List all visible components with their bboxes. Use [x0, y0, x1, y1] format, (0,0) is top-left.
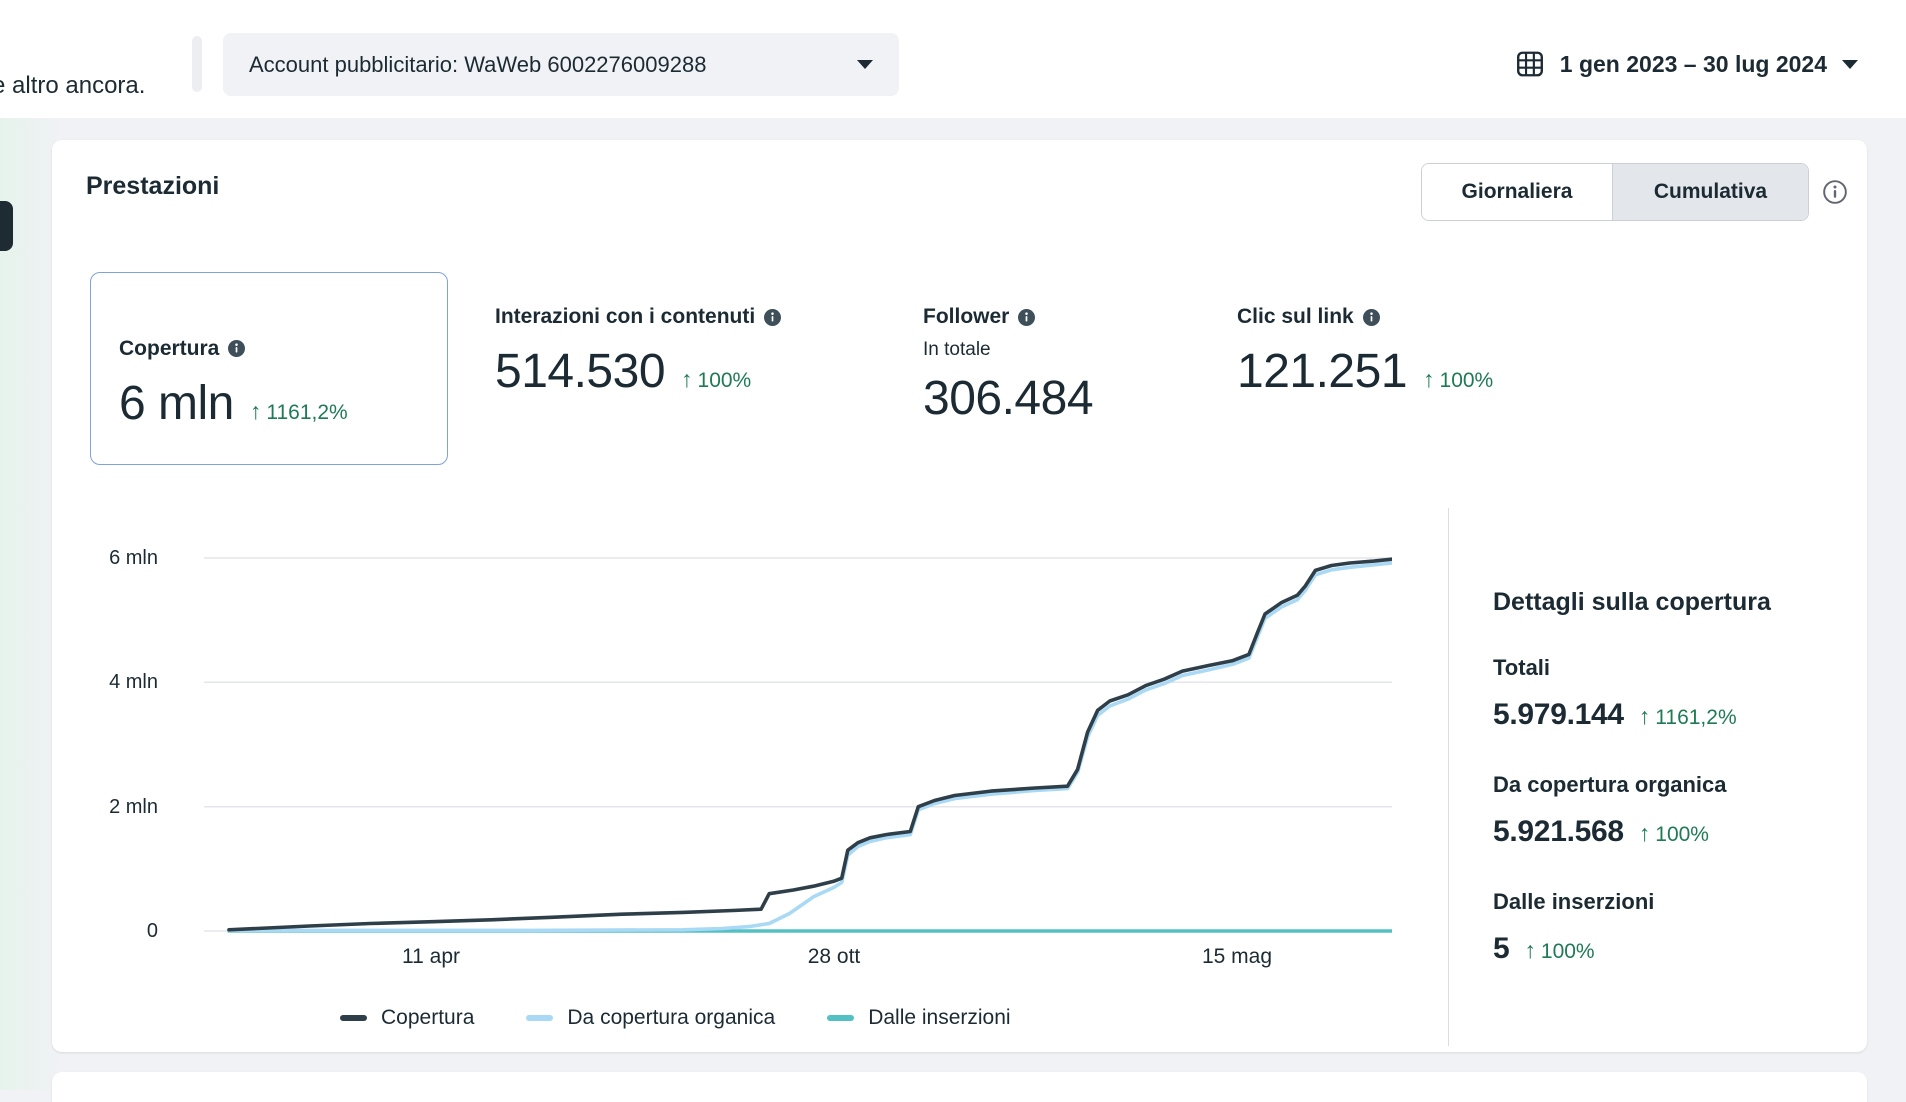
metric-delta: ↑ 100% [681, 366, 751, 393]
legend-swatch-icon [526, 1015, 553, 1021]
x-axis-label: 15 mag [1167, 945, 1307, 969]
date-range-label: 1 gen 2023 – 30 lug 2024 [1560, 51, 1827, 78]
metric-delta: ↑ 1161,2% [250, 398, 348, 425]
topbar: e altro ancora. Account pubblicitario: W… [0, 0, 1906, 118]
chevron-down-icon [1842, 60, 1858, 69]
details-row-value: 5 ↑ 100% [1493, 932, 1595, 966]
details-delta-value: 100% [1655, 823, 1709, 847]
up-arrow-icon: ↑ [1423, 366, 1435, 393]
metric-delta: ↑ 100% [1423, 366, 1493, 393]
details-value: 5.979.144 [1493, 698, 1624, 732]
reach-details-panel: Dettagli sulla copertura Totali 5.979.14… [1493, 572, 1853, 1012]
vertical-divider [1448, 508, 1449, 1046]
ad-account-selector[interactable]: Account pubblicitario: WaWeb 60022760092… [223, 33, 899, 96]
metric-sublabel: In totale [923, 338, 1093, 361]
overlay-edge-tab [0, 201, 13, 251]
performance-panel: Prestazioni Giornaliera Cumulativa Coper… [52, 140, 1867, 1052]
metric-clic-sul-link[interactable]: Clic sul link 121.251 ↑ 100% [1237, 304, 1493, 400]
metric-delta-value: 100% [1440, 369, 1494, 393]
details-value: 5.921.568 [1493, 815, 1624, 849]
up-arrow-icon: ↑ [250, 398, 262, 425]
details-delta: ↑ 100% [1524, 937, 1594, 964]
legend-swatch-icon [340, 1015, 367, 1021]
chevron-down-icon [857, 60, 873, 69]
metric-value: 306.484 [923, 371, 1093, 427]
details-delta: ↑ 1161,2% [1639, 703, 1737, 730]
details-row-value: 5.921.568 ↑ 100% [1493, 815, 1709, 849]
details-row-label: Da copertura organica [1493, 772, 1727, 798]
info-icon[interactable] [228, 340, 245, 357]
metric-delta-value: 100% [698, 369, 752, 393]
legend-item-copertura: Copertura [340, 1006, 474, 1030]
chart-legend: Copertura Da copertura organica Dalle in… [340, 1006, 1011, 1030]
details-title: Dettagli sulla copertura [1493, 588, 1771, 617]
view-mode-toggle: Giornaliera Cumulativa [1421, 163, 1809, 221]
up-arrow-icon: ↑ [681, 366, 693, 393]
metric-delta-value: 1161,2% [266, 401, 347, 425]
legend-item-inserzioni: Dalle inserzioni [827, 1006, 1010, 1030]
separator [192, 36, 202, 92]
details-row-label: Dalle inserzioni [1493, 889, 1654, 915]
details-delta-value: 1161,2% [1655, 706, 1736, 730]
up-arrow-icon: ↑ [1639, 703, 1651, 730]
legend-swatch-icon [827, 1015, 854, 1021]
y-axis-label: 4 mln [52, 670, 158, 694]
y-axis-label: 2 mln [52, 795, 158, 819]
up-arrow-icon: ↑ [1639, 820, 1651, 847]
toggle-cumulative[interactable]: Cumulativa [1612, 164, 1808, 220]
panel-title: Prestazioni [86, 172, 219, 201]
metric-label: Interazioni con i contenuti [495, 304, 755, 330]
legend-item-organica: Da copertura organica [526, 1006, 775, 1030]
metric-label: Copertura [119, 336, 219, 362]
info-icon[interactable] [1822, 179, 1848, 205]
metric-value: 6 mln [119, 376, 234, 432]
metric-value: 121.251 [1237, 344, 1407, 400]
y-axis-label: 0 [52, 919, 158, 943]
up-arrow-icon: ↑ [1524, 937, 1536, 964]
ad-account-label: Account pubblicitario: WaWeb 60022760092… [249, 52, 706, 78]
metric-interazioni[interactable]: Interazioni con i contenuti 514.530 ↑ 10… [495, 304, 781, 400]
page-left-gradient [0, 118, 60, 1090]
details-row-value: 5.979.144 ↑ 1161,2% [1493, 698, 1737, 732]
toggle-daily[interactable]: Giornaliera [1422, 164, 1612, 220]
date-range-selector[interactable]: 1 gen 2023 – 30 lug 2024 [1515, 34, 1858, 94]
metric-value: 514.530 [495, 344, 665, 400]
info-icon[interactable] [1018, 309, 1035, 326]
reach-line-chart [204, 540, 1392, 960]
metric-card-copertura[interactable]: Copertura 6 mln ↑ 1161,2% [90, 272, 448, 465]
metric-follower[interactable]: Follower In totale 306.484 [923, 304, 1093, 427]
legend-label: Dalle inserzioni [868, 1006, 1010, 1030]
details-delta: ↑ 100% [1639, 820, 1709, 847]
calendar-icon [1515, 49, 1545, 79]
details-row-label: Totali [1493, 655, 1550, 681]
details-delta-value: 100% [1541, 940, 1595, 964]
legend-label: Da copertura organica [567, 1006, 775, 1030]
info-icon[interactable] [764, 309, 781, 326]
partial-sentence-text: e altro ancora. [0, 72, 145, 100]
details-value: 5 [1493, 932, 1509, 966]
metric-label: Clic sul link [1237, 304, 1354, 330]
info-icon[interactable] [1363, 309, 1380, 326]
legend-label: Copertura [381, 1006, 474, 1030]
x-axis-label: 11 apr [361, 945, 501, 969]
x-axis-label: 28 ott [764, 945, 904, 969]
next-section-card [52, 1072, 1867, 1102]
metric-label: Follower [923, 304, 1009, 330]
y-axis-label: 6 mln [52, 546, 158, 570]
